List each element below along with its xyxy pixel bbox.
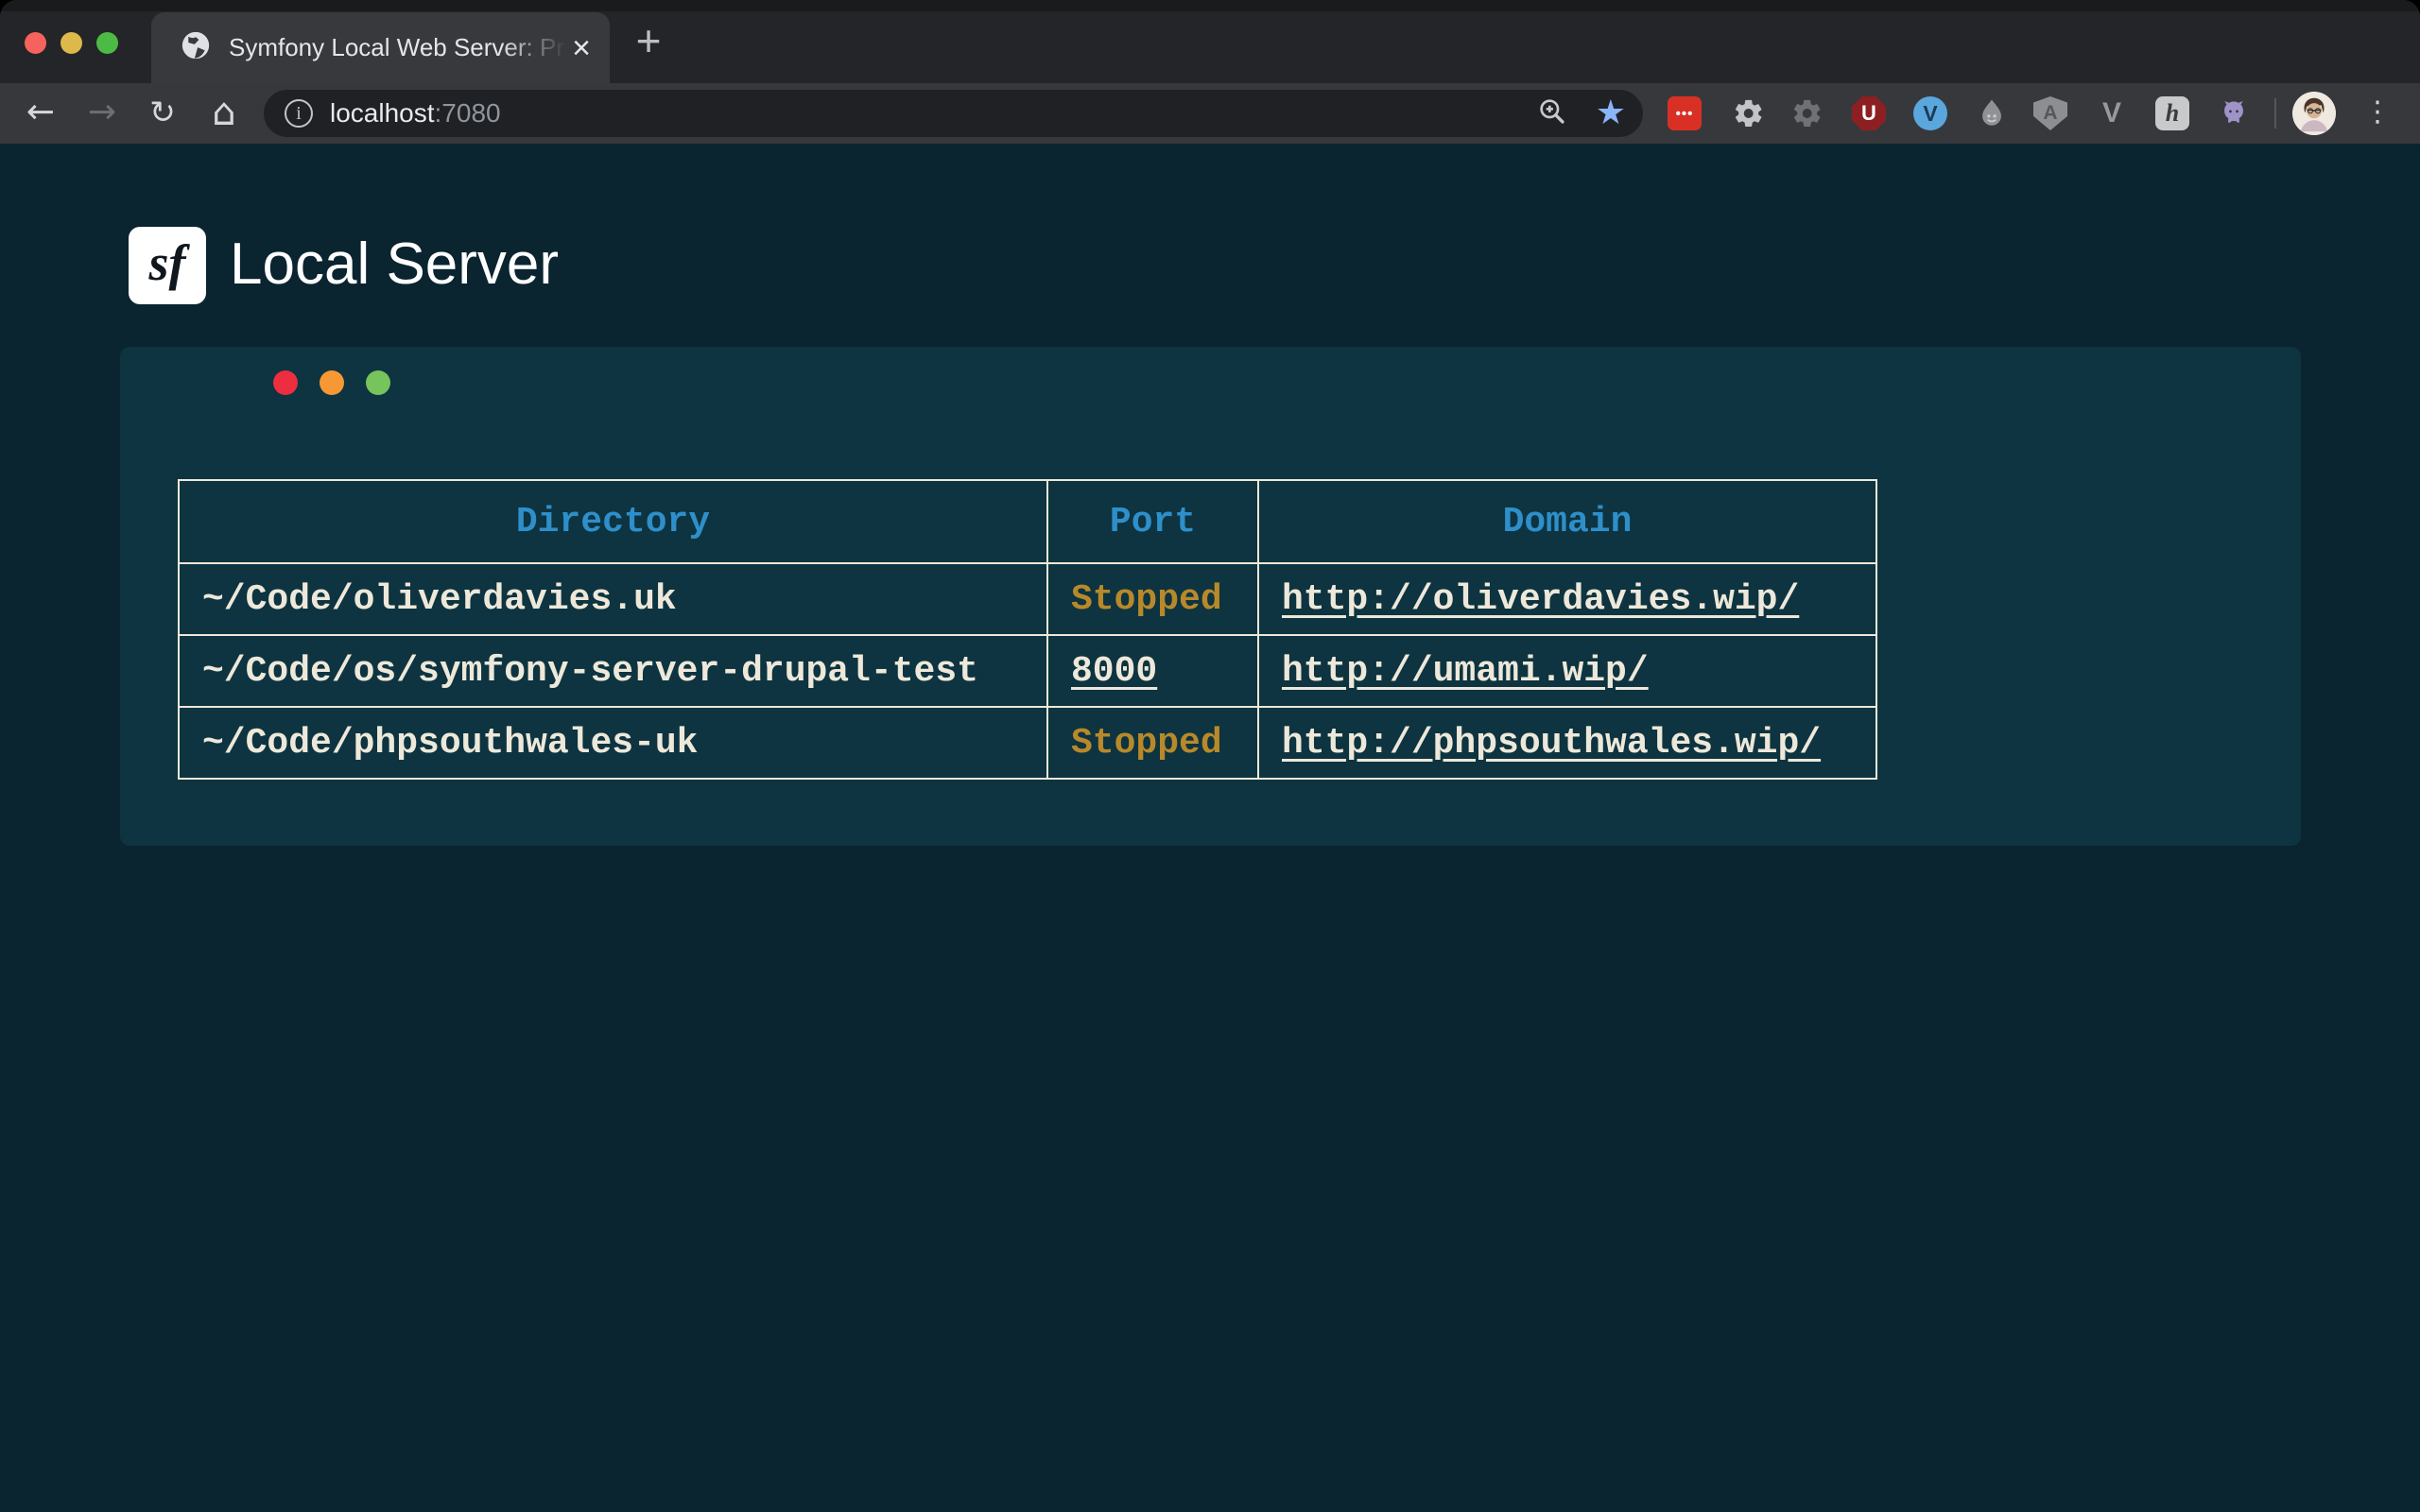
directory-cell: ~/Code/oliverdavies.uk: [179, 563, 1047, 635]
browser-toolbar: ← → ↻ ⌂ i localhost:7080 ★ ••• U V: [0, 83, 2420, 144]
card-green-dot-icon: [366, 370, 390, 395]
profile-avatar[interactable]: [2292, 92, 2336, 135]
table-row: ~/Code/oliverdavies.uk Stopped http://ol…: [179, 563, 1876, 635]
column-header-domain: Domain: [1258, 480, 1876, 563]
window-minimize-button[interactable]: [60, 32, 82, 54]
reload-icon[interactable]: ↻: [142, 83, 183, 144]
address-bar[interactable]: i localhost:7080 ★: [264, 90, 1643, 137]
tab-strip: Symfony Local Web Server: Prox × +: [0, 0, 2420, 83]
servers-table: Directory Port Domain ~/Code/oliverdavie…: [178, 479, 1877, 780]
browser-tab[interactable]: Symfony Local Web Server: Prox ×: [151, 12, 610, 83]
table-row: ~/Code/phpsouthwales-uk Stopped http://p…: [179, 707, 1876, 779]
url-port: :7080: [435, 98, 501, 128]
extension-gear-icon[interactable]: [1732, 96, 1766, 130]
server-card: Directory Port Domain ~/Code/oliverdavie…: [120, 347, 2301, 846]
port-status: Stopped: [1071, 723, 1222, 764]
extension-h-icon[interactable]: h: [2155, 96, 2189, 130]
toolbar-separator: [2274, 98, 2276, 129]
table-header-row: Directory Port Domain: [179, 480, 1876, 563]
domain-link[interactable]: http://oliverdavies.wip/: [1282, 579, 1799, 620]
globe-favicon-icon: [180, 29, 212, 66]
extension-angular-icon[interactable]: A: [2033, 96, 2067, 130]
symfony-logo-icon: sf: [129, 227, 206, 304]
port-link[interactable]: 8000: [1071, 651, 1157, 692]
domain-link[interactable]: http://phpsouthwales.wip/: [1282, 723, 1821, 764]
home-icon[interactable]: ⌂: [203, 83, 245, 144]
domain-link[interactable]: http://umami.wip/: [1282, 651, 1649, 692]
extension-drupal-icon[interactable]: [1975, 96, 2009, 130]
extension-vue-icon[interactable]: V: [2095, 96, 2129, 130]
extension-gear-dim-icon[interactable]: [1790, 96, 1824, 130]
tab-close-icon[interactable]: ×: [572, 32, 591, 64]
back-icon[interactable]: ←: [20, 83, 61, 144]
forward-icon[interactable]: →: [81, 83, 123, 144]
page-content: sf Local Server Directory Port Domain ~: [0, 144, 2420, 1512]
bookmark-star-icon[interactable]: ★: [1596, 96, 1626, 130]
directory-cell: ~/Code/phpsouthwales-uk: [179, 707, 1047, 779]
window-drag-area: [0, 0, 2420, 11]
tab-title: Symfony Local Web Server: Prox: [229, 33, 566, 62]
port-status: Stopped: [1071, 579, 1222, 620]
table-row: ~/Code/os/symfony-server-drupal-test 800…: [179, 635, 1876, 707]
card-orange-dot-icon: [320, 370, 344, 395]
extension-vimium-icon[interactable]: V: [1913, 96, 1947, 130]
zoom-magnifier-icon[interactable]: [1537, 96, 1567, 131]
extension-github-octocat-icon[interactable]: [2217, 96, 2251, 130]
directory-cell: ~/Code/os/symfony-server-drupal-test: [179, 635, 1047, 707]
window-fullscreen-button[interactable]: [96, 32, 118, 54]
page-title: Local Server: [230, 227, 559, 304]
extension-lastpass-icon[interactable]: •••: [1668, 96, 1702, 130]
url-text[interactable]: localhost:7080: [330, 98, 501, 129]
window-close-button[interactable]: [25, 32, 46, 54]
url-host: localhost: [330, 98, 435, 128]
column-header-directory: Directory: [179, 480, 1047, 563]
extension-ublock-icon[interactable]: U: [1852, 96, 1886, 130]
browser-window: Symfony Local Web Server: Prox × + ← → ↻…: [0, 0, 2420, 1512]
new-tab-button[interactable]: +: [626, 17, 671, 66]
browser-menu-icon[interactable]: ⋮: [2361, 83, 2394, 144]
site-info-icon[interactable]: i: [285, 99, 313, 128]
column-header-port: Port: [1047, 480, 1258, 563]
card-red-dot-icon: [273, 370, 298, 395]
